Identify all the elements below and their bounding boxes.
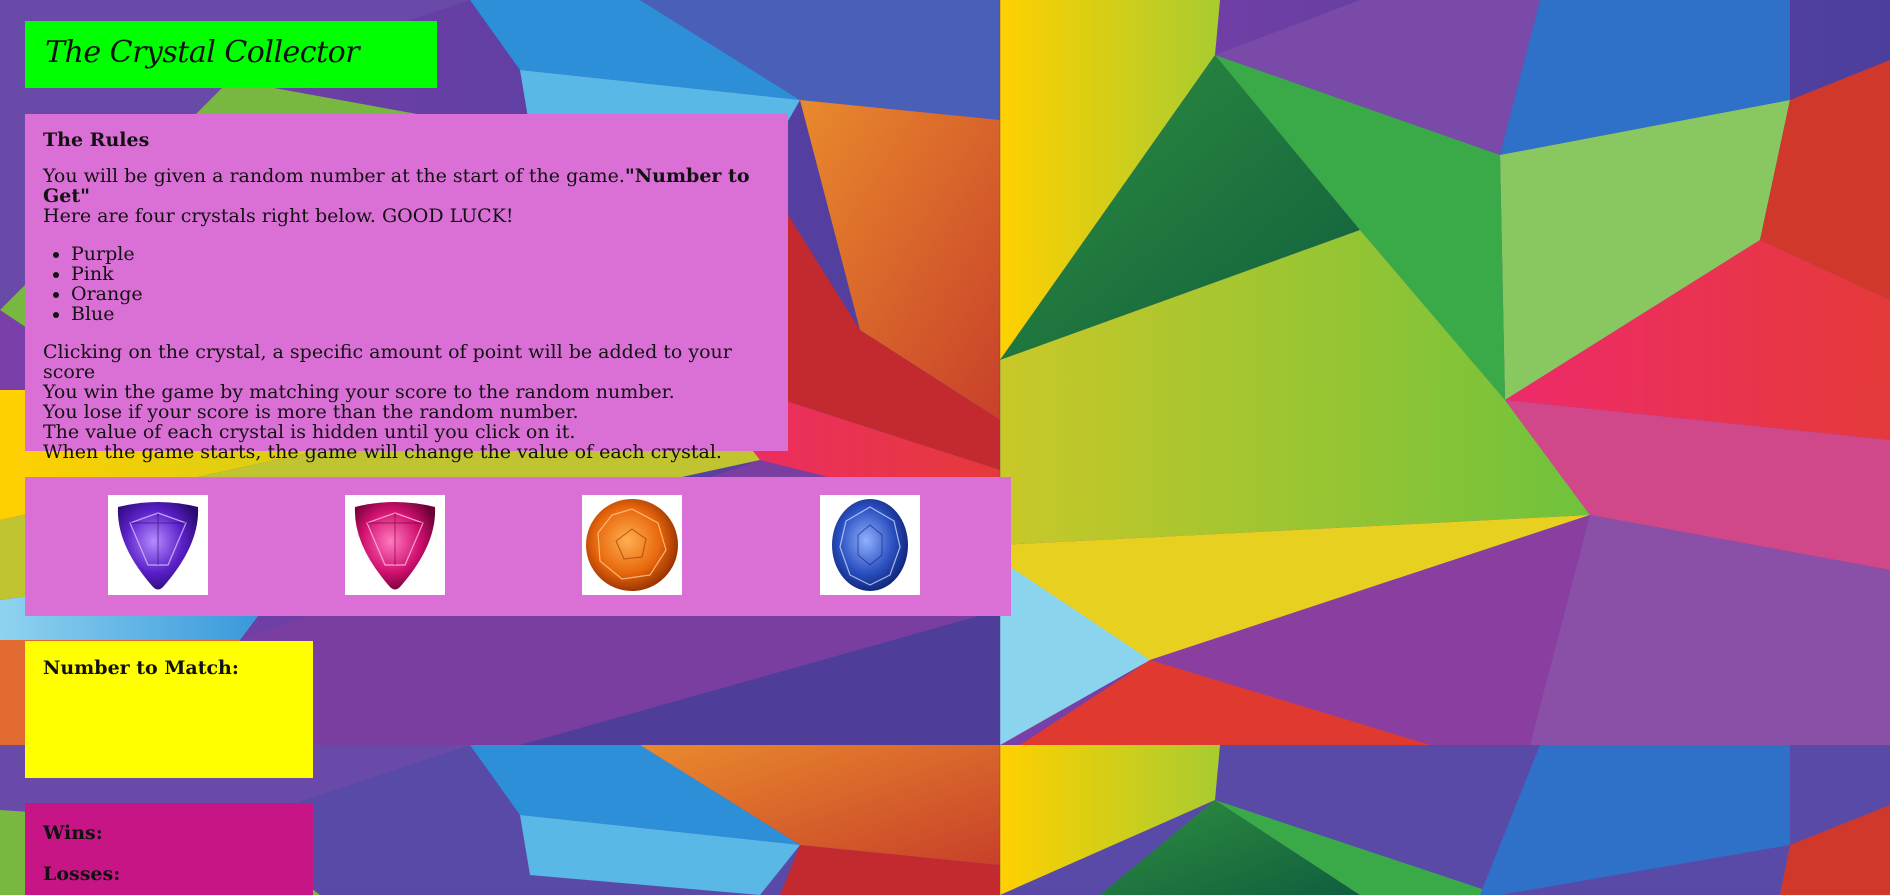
- rules-intro: You will be given a random number at the…: [43, 166, 770, 226]
- rules-intro-line2: Here are four crystals right below. GOOD…: [43, 205, 514, 227]
- orange-crystal-icon: [586, 499, 678, 591]
- rules-detail-line: You win the game by matching your score …: [43, 381, 675, 403]
- rules-detail-line: The value of each crystal is hidden unti…: [43, 421, 576, 443]
- wins-label: Wins:: [43, 822, 103, 844]
- list-item: Orange: [71, 284, 770, 304]
- crystal-panel: [25, 477, 1011, 616]
- score-panel: Wins: Losses:: [25, 803, 313, 895]
- blue-crystal-button[interactable]: [820, 495, 920, 595]
- list-item: Pink: [71, 264, 770, 284]
- target-number-label: Number to Match:: [43, 657, 239, 679]
- target-number-panel: Number to Match:: [25, 641, 313, 778]
- orange-crystal-button[interactable]: [582, 495, 682, 595]
- rules-panel: The Rules You will be given a random num…: [25, 114, 788, 462]
- page-title: The Crystal Collector: [45, 35, 360, 70]
- list-item: Blue: [71, 304, 770, 324]
- rules-intro-text: You will be given a random number at the…: [43, 165, 625, 187]
- rules-detail-line: You lose if your score is more than the …: [43, 401, 579, 423]
- pink-crystal-icon: [354, 502, 436, 590]
- blue-crystal-icon: [832, 499, 908, 591]
- list-item: Purple: [71, 244, 770, 264]
- rules-detail-line: Clicking on the crystal, a specific amou…: [43, 341, 732, 383]
- title-banner: The Crystal Collector: [25, 21, 437, 88]
- losses-label: Losses:: [43, 863, 121, 885]
- purple-crystal-button[interactable]: [108, 495, 208, 595]
- rules-heading: The Rules: [43, 129, 150, 151]
- purple-crystal-icon: [117, 502, 199, 590]
- pink-crystal-button[interactable]: [345, 495, 445, 595]
- crystal-name-list: Purple Pink Orange Blue: [43, 244, 770, 324]
- rules-detail-line: When the game starts, the game will chan…: [43, 441, 722, 463]
- rules-details: Clicking on the crystal, a specific amou…: [43, 342, 770, 462]
